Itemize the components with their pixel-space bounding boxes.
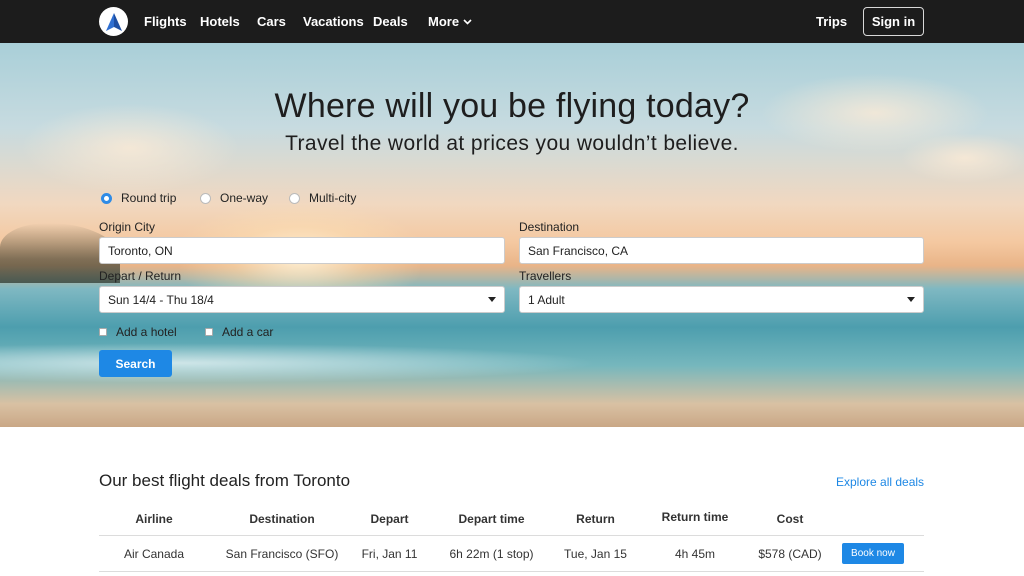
column-header-depart-time: Depart time [458, 512, 525, 526]
column-header-depart: Depart [370, 512, 409, 526]
radio-label-round-trip: Round trip [121, 191, 177, 205]
add-hotel-checkbox[interactable]: Add a hotel [99, 325, 177, 339]
search-button[interactable]: Search [99, 350, 172, 377]
column-header-cost: Cost [776, 512, 804, 526]
nav-link-vacations[interactable]: Vacations [303, 14, 364, 29]
cell-destination: San Francisco (SFO) [225, 546, 339, 561]
radio-multi-city[interactable]: Multi-city [289, 191, 356, 205]
cell-depart-time: 6h 22m (1 stop) [449, 546, 534, 561]
column-header-return-time: Return time [661, 510, 729, 524]
origin-input[interactable] [99, 237, 505, 264]
nav-link-flights[interactable]: Flights [144, 14, 187, 29]
column-header-destination: Destination [249, 512, 315, 526]
add-hotel-label: Add a hotel [116, 325, 177, 339]
cell-cost: $578 (CAD) [758, 546, 822, 561]
radio-label-one-way: One-way [220, 191, 269, 205]
deals-table: Airline Destination Depart Depart time R… [99, 503, 924, 572]
checkbox-box [99, 328, 107, 336]
sign-in-button[interactable]: Sign in [863, 7, 924, 36]
radio-circle [200, 192, 211, 204]
column-header-action [822, 503, 924, 535]
add-car-label: Add a car [222, 325, 274, 339]
cell-airline: Air Canada [123, 546, 185, 561]
travellers-value: 1 Adult [528, 292, 565, 307]
radio-label-multi-city: Multi-city [309, 191, 357, 205]
column-header-return: Return [576, 512, 615, 526]
cell-depart: Fri, Jan 11 [361, 546, 418, 561]
travellers-label: Travellers [519, 269, 572, 283]
radio-circle-checked [101, 192, 112, 204]
nav-more-dropdown[interactable]: More [428, 14, 472, 29]
table-header-row: Airline Destination Depart Depart time R… [99, 503, 924, 536]
hero-subtitle: Travel the world at prices you wouldn’t … [285, 132, 739, 155]
destination-label: Destination [519, 220, 580, 234]
destination-input[interactable] [519, 237, 924, 264]
column-header-airline: Airline [135, 512, 173, 526]
nav-link-hotels[interactable]: Hotels [200, 14, 240, 29]
cell-return-time: 4h 45m [674, 546, 716, 561]
hero-title: Where will you be flying today? [274, 87, 750, 125]
book-now-button[interactable]: Book now [842, 543, 904, 564]
radio-round-trip[interactable]: Round trip [101, 191, 176, 205]
top-navbar: Flights Hotels Cars Vacations Deals More… [0, 0, 1024, 43]
nav-link-deals[interactable]: Deals [373, 14, 408, 29]
origin-label: Origin City [99, 220, 156, 234]
hero-sea-foam [0, 343, 600, 383]
checkbox-box [205, 328, 213, 336]
caret-down-icon [907, 297, 915, 302]
dates-label: Depart / Return [99, 269, 182, 283]
cell-action: Book now [822, 536, 924, 571]
nav-link-trips[interactable]: Trips [816, 14, 847, 29]
nav-link-cars[interactable]: Cars [257, 14, 286, 29]
nav-more-label: More [428, 14, 460, 29]
table-row: Air Canada San Francisco (SFO) Fri, Jan … [99, 536, 924, 572]
cell-return: Tue, Jan 15 [564, 546, 627, 561]
hero-section: Where will you be flying today? Travel t… [0, 43, 1024, 427]
dates-value: Sun 14/4 - Thu 18/4 [108, 292, 214, 307]
explore-all-deals-link[interactable]: Explore all deals [836, 475, 924, 489]
add-car-checkbox[interactable]: Add a car [205, 325, 273, 339]
radio-circle [289, 192, 300, 204]
dates-select[interactable]: Sun 14/4 - Thu 18/4 [99, 286, 505, 313]
travellers-select[interactable]: 1 Adult [519, 286, 924, 313]
chevron-down-icon [463, 18, 472, 25]
radio-one-way[interactable]: One-way [200, 191, 268, 205]
caret-down-icon [488, 297, 496, 302]
deals-title: Our best flight deals from Toronto [99, 471, 351, 490]
